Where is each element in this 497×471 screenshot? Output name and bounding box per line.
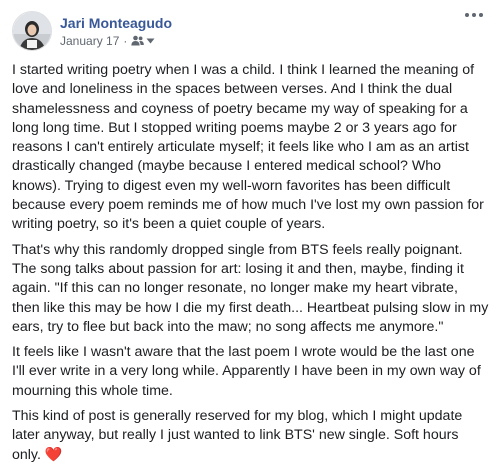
facebook-post: Jari Monteagudo January 17 · I started w… bbox=[0, 0, 497, 465]
post-subline: January 17 · bbox=[60, 33, 172, 49]
author-name[interactable]: Jari Monteagudo bbox=[60, 14, 172, 32]
heart-emoji: ❤️ bbox=[44, 446, 63, 463]
chevron-down-icon[interactable] bbox=[146, 38, 155, 44]
friends-icon[interactable] bbox=[131, 35, 145, 46]
post-timestamp[interactable]: January 17 bbox=[60, 33, 119, 49]
post-paragraph-4: This kind of post is generally reserved … bbox=[12, 407, 489, 465]
post-paragraph-2: That's why this randomly dropped single … bbox=[12, 241, 489, 335]
post-meta: Jari Monteagudo January 17 · bbox=[60, 14, 172, 49]
author-avatar[interactable] bbox=[12, 11, 52, 51]
post-header: Jari Monteagudo January 17 · bbox=[12, 10, 172, 52]
post-paragraph-3: It feels like I wasn't aware that the la… bbox=[12, 344, 481, 399]
post-paragraph-1: I started writing poetry when I was a ch… bbox=[12, 62, 484, 233]
meta-separator: · bbox=[123, 33, 128, 48]
more-options-icon[interactable] bbox=[461, 6, 487, 24]
post-body: I started writing poetry when I was a ch… bbox=[12, 61, 489, 471]
post-paragraph-4-text: This kind of post is generally reserved … bbox=[12, 408, 463, 463]
